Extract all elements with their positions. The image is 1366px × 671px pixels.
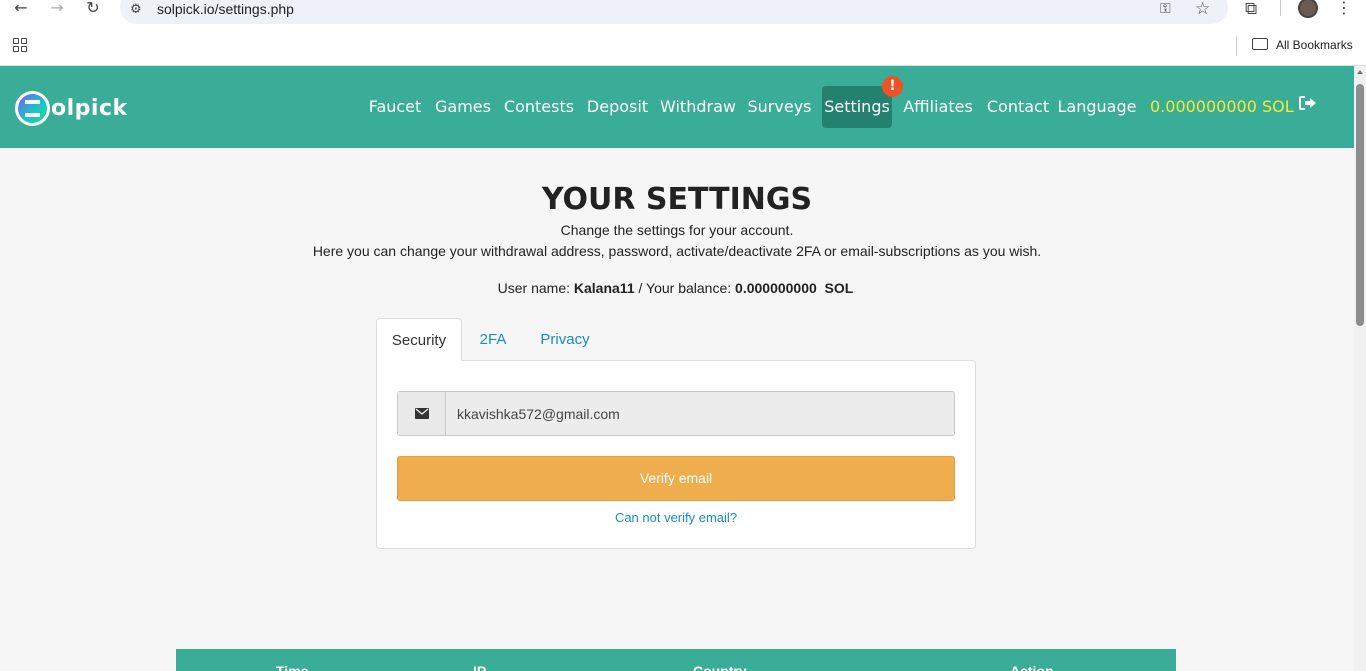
site-navbar: olpick Faucet Games Contests Deposit Wit…: [0, 66, 1354, 148]
extensions-icon[interactable]: ⧉: [1245, 0, 1257, 19]
alert-badge: !: [882, 76, 903, 97]
tab-privacy[interactable]: Privacy: [532, 318, 598, 361]
toolbar-divider: [1280, 0, 1281, 16]
profile-avatar[interactable]: [1298, 0, 1318, 18]
nav-contests[interactable]: Contests: [502, 86, 576, 128]
url-text[interactable]: solpick.io/settings.php: [157, 1, 294, 17]
page-title: YOUR SETTINGS: [541, 182, 813, 217]
nav-faucet[interactable]: Faucet: [366, 86, 424, 128]
nav-contact[interactable]: Contact: [985, 86, 1051, 128]
user-info-line: User name: Kalana11 / Your balance: 0.00…: [0, 280, 1351, 296]
logout-icon[interactable]: [1299, 96, 1317, 110]
scroll-up-arrow-icon[interactable]: [1357, 70, 1363, 74]
email-field[interactable]: kkavishka572@gmail.com: [457, 406, 620, 422]
email-addon: [398, 392, 446, 435]
table-header-time: Time: [276, 663, 309, 671]
table-header-ip: IP: [473, 663, 487, 671]
nav-settings[interactable]: Settings: [822, 86, 892, 128]
bookmarks-bar: All Bookmarks: [0, 26, 1366, 66]
balance-value: 0.000000000 SOL: [735, 280, 854, 296]
solpick-logo[interactable]: olpick: [15, 90, 128, 126]
logo-s-icon: [15, 90, 50, 126]
page-description: Here you can change your withdrawal addr…: [312, 243, 1042, 259]
tab-2fa[interactable]: 2FA: [469, 318, 517, 361]
bookmarks-divider: [1236, 36, 1237, 56]
address-bar[interactable]: ⚙ solpick.io/settings.php ⚿ ☆: [120, 0, 1228, 24]
log-table-header: Time IP Country Action: [176, 649, 1176, 671]
page-subtitle: Change the settings for your account.: [560, 222, 794, 238]
reload-icon[interactable]: ↻: [82, 0, 104, 18]
cannot-verify-email-link[interactable]: Can not verify email?: [377, 510, 975, 525]
password-key-icon[interactable]: ⚿: [1160, 1, 1171, 17]
nav-affiliates[interactable]: Affiliates: [900, 86, 976, 128]
balance-prefix: / Your balance:: [638, 280, 732, 296]
nav-language[interactable]: Language: [1057, 86, 1137, 128]
table-header-action: Action: [1010, 663, 1054, 671]
browser-toolbar: ← → ↻ ⚙ solpick.io/settings.php ⚿ ☆ ⧉ ⋮: [0, 0, 1366, 26]
verify-email-button[interactable]: Verify email: [397, 456, 955, 501]
nav-surveys[interactable]: Surveys: [746, 86, 813, 128]
apps-grid-icon[interactable]: [13, 38, 27, 52]
username-prefix: User name:: [497, 280, 570, 296]
envelope-icon: [415, 408, 429, 419]
tab-security[interactable]: Security: [376, 318, 462, 361]
browser-menu-icon[interactable]: ⋮: [1336, 0, 1352, 17]
logo-text: olpick: [51, 95, 128, 121]
email-input-group[interactable]: kkavishka572@gmail.com: [397, 391, 955, 436]
all-bookmarks-label[interactable]: All Bookmarks: [1276, 38, 1353, 52]
nav-games[interactable]: Games: [433, 86, 493, 128]
nav-withdraw[interactable]: Withdraw: [659, 86, 737, 128]
forward-arrow-icon[interactable]: →: [46, 0, 68, 18]
folder-icon[interactable]: [1252, 38, 1268, 50]
table-header-country: Country: [693, 663, 747, 671]
page-scrollbar[interactable]: [1354, 66, 1366, 671]
site-settings-icon[interactable]: ⚙: [130, 2, 142, 17]
security-panel: kkavishka572@gmail.com Verify email Can …: [376, 360, 976, 549]
username-value: Kalana11: [573, 280, 635, 296]
nav-balance[interactable]: 0.000000000 SOL: [1150, 86, 1294, 128]
scroll-thumb[interactable]: [1356, 84, 1364, 326]
back-arrow-icon[interactable]: ←: [10, 0, 32, 18]
nav-deposit[interactable]: Deposit: [585, 86, 650, 128]
bookmark-star-icon[interactable]: ☆: [1195, 0, 1210, 19]
